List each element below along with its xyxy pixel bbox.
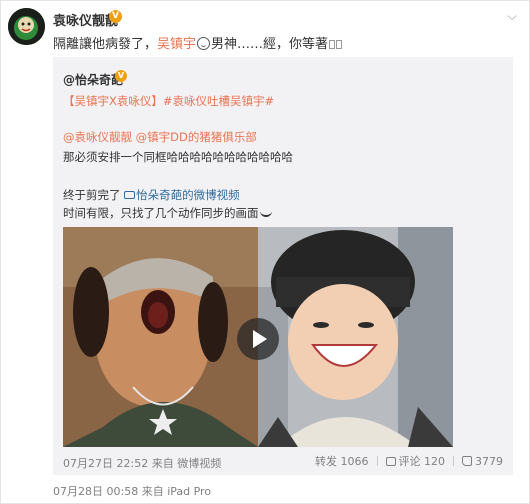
video-frame-right: [258, 227, 453, 447]
laughing-woman-frame: [258, 227, 453, 447]
post-text: 隔離讓他病發了，吴镇宇 男神……經，你等著: [53, 33, 513, 52]
post-timestamp[interactable]: 07月28日 00:58: [53, 485, 138, 498]
missing-glyph-icon: [336, 40, 343, 49]
avatar[interactable]: [8, 8, 45, 45]
mentions-line: @袁咏仪靓靓 @镇宇DD的猪猪俱乐部: [63, 129, 257, 145]
original-actions: 转发 1066 评论 120 3779: [305, 453, 503, 469]
dish-icon: [259, 209, 272, 217]
comment-icon: [385, 457, 396, 466]
body-line: 终于剪完了 怡朵奇葩的微博视频: [63, 187, 240, 203]
avatar-image: [8, 8, 45, 45]
missing-glyph-icon: [329, 40, 336, 49]
body-text: 时间有限，只找了几个动作同步的画面: [63, 206, 259, 220]
topic-link[interactable]: 【吴镇宇X袁咏仪】: [63, 94, 163, 108]
divider: [453, 456, 454, 466]
mention-link[interactable]: 吴镇宇: [157, 37, 196, 52]
comment-count-button[interactable]: 评论 120: [399, 455, 446, 468]
video-icon: [124, 191, 136, 199]
v-badge-icon: V: [115, 70, 127, 82]
mention-link[interactable]: @袁咏仪靓靓: [63, 130, 132, 144]
hashtag-link[interactable]: #袁咏仪吐槽吴镇宇#: [163, 94, 274, 108]
play-icon[interactable]: [237, 318, 279, 360]
laughing-man-frame: [63, 227, 258, 447]
chevron-down-icon[interactable]: ⌵: [505, 9, 519, 23]
post-text-prefix: 隔離讓他病發了，: [53, 37, 158, 52]
post-source: 来自 iPad Pro: [141, 485, 212, 498]
weibo-post-card: 袁咏仪靓靓 V ⌵ 隔離讓他病發了，吴镇宇 男神……經，你等著 @怡朵奇葩 V 【…: [0, 0, 530, 504]
original-source: 来自 微博视频: [151, 457, 222, 470]
body-line: 时间有限，只找了几个动作同步的画面: [63, 205, 272, 221]
divider: [376, 456, 378, 466]
repost-count-button[interactable]: 转发 1066: [315, 455, 369, 468]
topic-line: 【吴镇宇X袁咏仪】#袁咏仪吐槽吴镇宇#: [63, 93, 274, 109]
thumbs-up-icon: [462, 456, 472, 466]
emoji-icon: [197, 37, 211, 50]
body-text: 终于剪完了: [63, 188, 121, 202]
post-meta: 07月28日 00:58 来自 iPad Pro: [53, 483, 211, 499]
video-player[interactable]: [63, 227, 453, 447]
post-text-mid: 男神……經，你等著: [211, 37, 329, 52]
original-timestamp[interactable]: 07月27日 22:52: [63, 457, 148, 470]
reposted-content: @怡朵奇葩 V 【吴镇宇X袁咏仪】#袁咏仪吐槽吴镇宇# @袁咏仪靓靓 @镇宇DD…: [53, 57, 513, 475]
v-badge-icon: V: [109, 10, 122, 23]
mention-link[interactable]: @镇宇DD的猪猪俱乐部: [136, 130, 257, 144]
video-link[interactable]: 怡朵奇葩的微博视频: [124, 188, 240, 202]
original-post-meta: 07月27日 22:52 来自 微博视频: [63, 455, 221, 471]
video-link-label: 怡朵奇葩的微博视频: [136, 188, 240, 202]
original-author[interactable]: @怡朵奇葩: [63, 71, 123, 88]
body-line: 那必须安排一个同框哈哈哈哈哈哈哈哈哈哈哈: [63, 150, 293, 164]
author-name[interactable]: 袁咏仪靓靓: [53, 10, 118, 29]
like-count-button[interactable]: 3779: [475, 455, 503, 468]
video-frame-left: [63, 227, 258, 447]
